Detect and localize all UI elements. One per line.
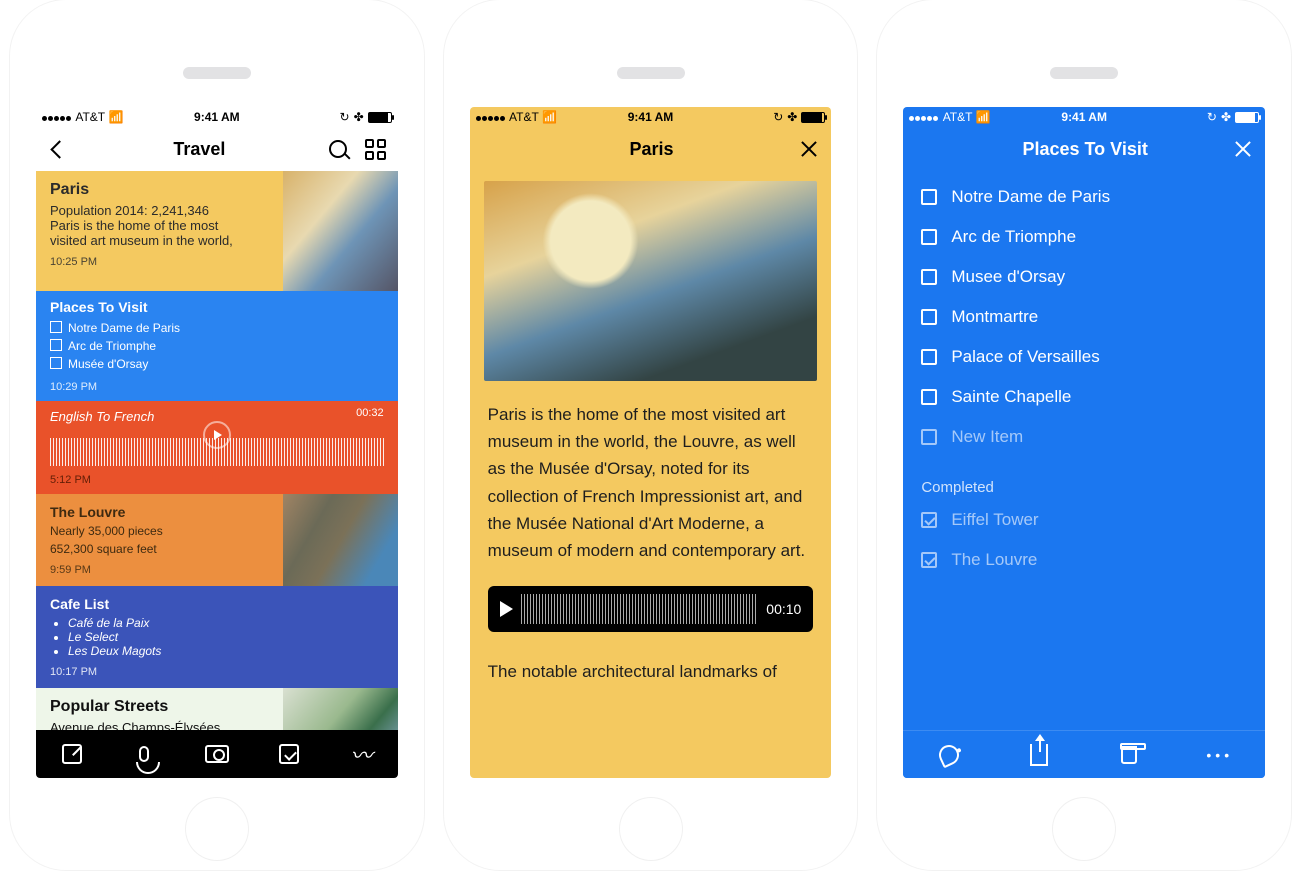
close-icon[interactable] (1233, 139, 1253, 159)
note-card-cafe[interactable]: Cafe List Café de la PaixLe SelectLes De… (36, 586, 398, 688)
bottom-toolbar (36, 730, 398, 778)
audio-player[interactable]: 00:10 (488, 586, 814, 632)
note-card-audio[interactable]: English To French 00:32 5:12 PM (36, 401, 398, 494)
play-icon[interactable] (500, 601, 513, 617)
phone-travel-list: AT&T 📶 9:41 AM ↻✤ Travel Paris Populatio… (10, 0, 424, 870)
note-thumb (283, 494, 398, 586)
list-item[interactable]: Arc de Triomphe (921, 217, 1247, 257)
battery-icon (1235, 112, 1259, 123)
page-title: Travel (173, 139, 225, 160)
checkbox-icon (921, 229, 937, 245)
screen-1: AT&T 📶 9:41 AM ↻✤ Travel Paris Populatio… (36, 107, 398, 778)
wifi-icon: 📶 (542, 110, 557, 124)
completed-label: Completed (921, 479, 1247, 496)
status-bar: AT&T 📶 9:41 AM ↻✤ (903, 107, 1265, 127)
note-thumb (283, 171, 398, 291)
audio-time: 00:10 (766, 601, 801, 617)
sketch-icon[interactable] (348, 741, 374, 767)
trash-icon[interactable] (1116, 742, 1142, 768)
notes-list: Paris Population 2014: 2,241,346 Paris i… (36, 171, 398, 730)
nav-bar: Paris (470, 127, 832, 171)
checkbox-icon (921, 189, 937, 205)
status-bar: AT&T 📶 9:41 AM ↻✤ (36, 107, 398, 127)
page-title: Places To Visit (1022, 139, 1147, 160)
lock-icon: ↻ (1207, 110, 1217, 124)
waveform (50, 438, 384, 466)
search-icon[interactable] (329, 140, 347, 158)
checkbox-icon (921, 429, 937, 445)
back-icon[interactable] (48, 138, 70, 160)
wifi-icon: 📶 (976, 110, 991, 124)
bluetooth-icon: ✤ (1221, 110, 1231, 124)
note-card-paris[interactable]: Paris Population 2014: 2,241,346 Paris i… (36, 171, 398, 291)
screen-2: AT&T 📶 9:41 AM ↻✤ Paris Paris is the hom… (470, 107, 832, 778)
wifi-icon: 📶 (108, 110, 123, 124)
checkbox-checked-icon (921, 512, 937, 528)
home-button[interactable] (186, 798, 248, 860)
checkbox-icon (921, 269, 937, 285)
lock-icon: ↻ (773, 110, 783, 124)
bottom-toolbar: ••• (903, 730, 1265, 778)
battery-icon (368, 112, 392, 123)
screen-3: AT&T 📶 9:41 AM ↻✤ Places To Visit Notre … (903, 107, 1265, 778)
lock-icon: ↻ (340, 110, 350, 124)
checkbox-checked-icon (921, 552, 937, 568)
note-body: Paris is the home of the most visited ar… (470, 391, 832, 574)
checkbox-icon (921, 349, 937, 365)
list-item[interactable]: Musee d'Orsay (921, 257, 1247, 297)
checklist-items: Notre Dame de Paris Arc de Triomphe Muse… (903, 171, 1265, 730)
list-item[interactable]: Palace of Versailles (921, 337, 1247, 377)
camera-icon[interactable] (204, 741, 230, 767)
new-item[interactable]: New Item (921, 417, 1247, 457)
list-item[interactable]: Montmartre (921, 297, 1247, 337)
list-item[interactable]: The Louvre (921, 540, 1247, 580)
note-card-louvre[interactable]: The Louvre Nearly 35,000 pieces 652,300 … (36, 494, 398, 586)
phone-checklist: AT&T 📶 9:41 AM ↻✤ Places To Visit Notre … (877, 0, 1291, 870)
compose-icon[interactable] (59, 741, 85, 767)
list-item[interactable]: Notre Dame de Paris (921, 177, 1247, 217)
close-icon[interactable] (799, 139, 819, 159)
checkbox-icon (921, 389, 937, 405)
list-item[interactable]: Eiffel Tower (921, 500, 1247, 540)
bluetooth-icon: ✤ (787, 110, 797, 124)
mic-icon[interactable] (131, 741, 157, 767)
home-button[interactable] (620, 798, 682, 860)
page-title: Paris (629, 139, 673, 160)
paint-icon[interactable] (936, 742, 962, 768)
hero-image (484, 181, 818, 381)
checklist-icon[interactable] (276, 741, 302, 767)
phone-note-detail: AT&T 📶 9:41 AM ↻✤ Paris Paris is the hom… (444, 0, 858, 870)
share-icon[interactable] (1026, 742, 1052, 768)
note-body-2: The notable architectural landmarks of (470, 644, 832, 695)
checkbox-icon (921, 309, 937, 325)
note-card-places[interactable]: Places To Visit Notre Dame de Paris Arc … (36, 291, 398, 401)
grid-view-icon[interactable] (365, 139, 386, 160)
nav-bar: Places To Visit (903, 127, 1265, 171)
note-card-streets[interactable]: Popular Streets Avenue des Champs-Élysée… (36, 688, 398, 730)
more-icon[interactable]: ••• (1207, 742, 1233, 768)
list-item[interactable]: Sainte Chapelle (921, 377, 1247, 417)
status-bar: AT&T 📶 9:41 AM ↻✤ (470, 107, 832, 127)
bluetooth-icon: ✤ (354, 110, 364, 124)
waveform (521, 594, 759, 624)
battery-icon (801, 112, 825, 123)
nav-bar: Travel (36, 127, 398, 171)
note-thumb (283, 688, 398, 730)
home-button[interactable] (1053, 798, 1115, 860)
